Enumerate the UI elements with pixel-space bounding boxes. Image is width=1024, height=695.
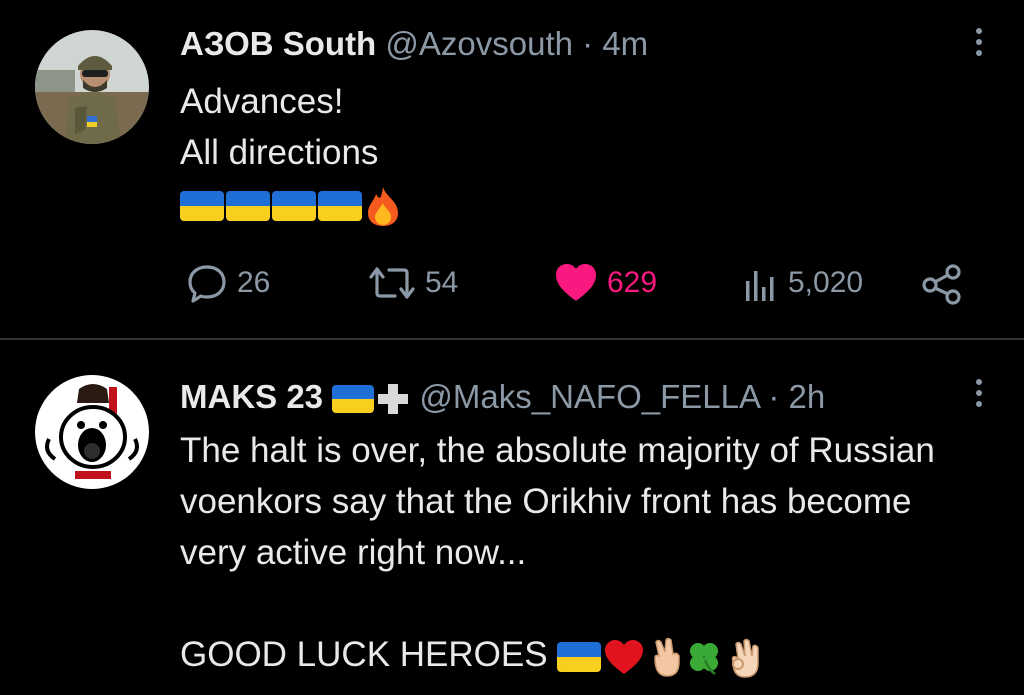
like-button[interactable]: 629: [553, 255, 657, 311]
reply-button[interactable]: 26: [185, 255, 270, 311]
views-button[interactable]: 5,020: [740, 255, 863, 311]
tweet-header: АЗОВ South @Azovsouth · 4m: [180, 24, 944, 64]
views-chart-icon: [746, 271, 774, 301]
flag-ukraine-icon: [557, 641, 602, 672]
reply-count: 26: [237, 266, 271, 299]
heavy-plus-icon: [378, 384, 409, 415]
handle[interactable]: @Azovsouth: [385, 25, 573, 62]
display-name[interactable]: АЗОВ South: [180, 25, 376, 62]
dot-separator: ·: [582, 25, 594, 62]
timeline: АЗОВ South @Azovsouth · 4m Advances! All…: [0, 0, 1024, 695]
dot-separator: ·: [768, 378, 780, 415]
tweet-header: MAKS 23 @Maks_NAFO_FELLA · 2h: [180, 377, 944, 417]
name-emoji: [332, 382, 410, 416]
four-leaf-clover-icon: [690, 642, 719, 675]
tweet-text: Advances! All directions: [180, 76, 984, 229]
more-options-icon[interactable]: [972, 373, 986, 413]
reply-icon: [188, 265, 226, 303]
flag-ukraine-icon: [318, 190, 362, 221]
avatar[interactable]: [35, 375, 149, 489]
crossed-fingers-icon: [654, 637, 681, 677]
tweet-closing: GOOD LUCK HEROES: [180, 635, 548, 674]
heart-filled-icon: [556, 264, 596, 301]
share-icon: [922, 264, 961, 305]
view-count: 5,020: [788, 266, 864, 299]
handle[interactable]: @Maks_NAFO_FELLA: [419, 378, 759, 415]
fire-icon: [368, 186, 398, 226]
ok-hand-icon: [732, 638, 760, 678]
share-button[interactable]: [920, 255, 964, 311]
avatar[interactable]: [35, 30, 149, 144]
avatar-image: [35, 375, 149, 489]
tweet-paragraph: The halt is over, the absolute majority …: [180, 431, 945, 572]
display-name[interactable]: MAKS 23: [180, 378, 323, 415]
flag-ukraine-icon: [332, 385, 375, 414]
tweet-text: The halt is over, the absolute majority …: [180, 425, 984, 680]
red-heart-icon: [605, 639, 644, 674]
timestamp[interactable]: 2h: [789, 378, 826, 415]
retweet-icon: [369, 267, 415, 299]
tweet-line: Advances!: [180, 82, 344, 121]
more-options-icon[interactable]: [972, 22, 986, 62]
closing-emoji: [557, 636, 763, 678]
tweet[interactable]: АЗОВ South @Azovsouth · 4m Advances! All…: [0, 0, 1024, 338]
flag-ukraine-icon: [272, 190, 316, 221]
timestamp[interactable]: 4m: [602, 25, 648, 62]
like-count: 629: [607, 266, 658, 299]
retweet-count: 54: [425, 266, 459, 299]
tweet-actions: 26 54 629 5,020: [180, 255, 970, 311]
tweet[interactable]: MAKS 23 @Maks_NAFO_FELLA · 2h The halt i…: [0, 340, 1024, 695]
avatar-image: [35, 30, 149, 144]
flag-ukraine-icon: [226, 190, 270, 221]
tweet-line: All directions: [180, 133, 379, 172]
retweet-button[interactable]: 54: [367, 255, 458, 311]
flag-ukraine-icon: [180, 190, 224, 221]
emoji-row: [180, 185, 402, 227]
